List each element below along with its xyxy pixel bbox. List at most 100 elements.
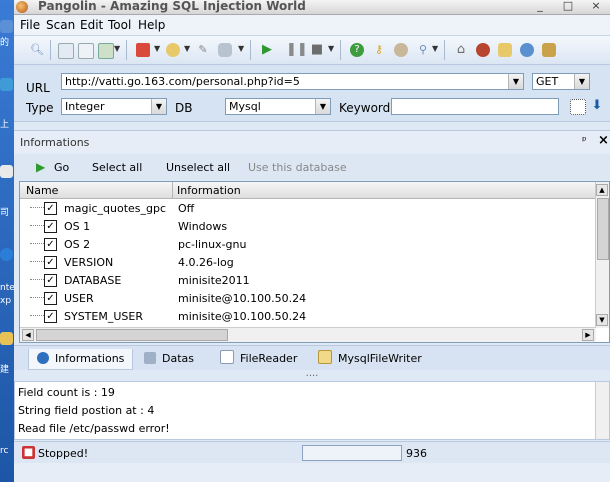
play-icon[interactable]: ▶ [260,43,274,57]
row-checkbox[interactable]: ✓ [44,202,57,215]
world-icon[interactable] [520,43,534,57]
scroll-thumb[interactable] [597,198,609,260]
gear-icon[interactable] [498,43,512,57]
chevron-down-icon[interactable]: ▼ [508,74,523,89]
tab-label: Datas [162,352,194,365]
unselect-all-button[interactable]: Unselect all [166,161,230,174]
cell-name: magic_quotes_gpc [64,202,167,215]
table-row[interactable]: ✓ magic_quotes_gpc Off [20,199,596,217]
export-icon[interactable] [98,43,114,59]
toolbar-separator [340,40,341,60]
desktop-icon-label: 司 [0,208,10,218]
row-checkbox[interactable]: ✓ [44,310,57,323]
desktop-strip: 的 上 司 nte xp 建 rc [0,0,14,482]
menu-edit[interactable]: Edit [80,18,103,32]
magnifier-icon[interactable]: ⚲ [416,43,430,57]
pause-icon[interactable]: ❚❚ [286,43,308,57]
chevron-down-icon[interactable]: ▼ [315,99,330,114]
keyword-input[interactable] [391,98,559,115]
stack-icon[interactable] [136,43,150,57]
url-value: http://vatti.go.163.com/personal.php?id=… [65,75,300,88]
column-header-information[interactable]: Information [177,184,241,197]
maximize-button[interactable]: □ [558,0,578,12]
table-row[interactable]: ✓ DATABASE minisite2011 [20,271,596,289]
desktop-icon[interactable] [0,78,13,91]
panel-close-icon[interactable]: × [598,133,609,148]
stop-icon[interactable]: ■ [310,43,324,57]
tab-label: FileReader [240,352,298,365]
horizontal-scrollbar[interactable]: ◀ ▶ [20,327,596,342]
cell-name: OS 1 [64,220,91,233]
scroll-right-icon[interactable]: ▶ [582,329,594,341]
scroll-left-icon[interactable]: ◀ [22,329,34,341]
row-checkbox[interactable]: ✓ [44,238,57,251]
type-select[interactable]: Integer ▼ [61,98,167,115]
type-label: Type [26,101,54,115]
row-checkbox[interactable]: ✓ [44,274,57,287]
chevron-down-icon[interactable]: ▼ [184,44,192,53]
row-checkbox[interactable]: ✓ [44,220,57,233]
menu-scan[interactable]: Scan [46,18,75,32]
grid-select-icon[interactable] [570,99,586,115]
column-divider[interactable] [172,182,173,198]
tab-informations[interactable]: Informations [28,349,134,370]
table-row[interactable]: ✓ OS 2 pc-linux-gnu [20,235,596,253]
log-scrollbar[interactable] [595,382,609,439]
tab-filereader[interactable]: FileReader [220,349,297,369]
minimize-button[interactable]: _ [530,0,550,12]
user-search-icon[interactable] [394,43,408,57]
document-icon[interactable] [78,43,94,59]
go-button[interactable]: Go [54,161,69,174]
db-select[interactable]: Mysql ▼ [225,98,331,115]
menu-tool[interactable]: Tool [108,18,131,32]
pangolin-logo-icon [16,1,28,13]
database-icon[interactable] [218,43,232,57]
folder-icon[interactable] [0,332,13,345]
home-icon[interactable]: ⌂ [454,43,468,57]
table-row[interactable]: ✓ SYSTEM_USER minisite@10.100.50.24 [20,307,596,325]
misc-icon[interactable] [542,43,556,57]
scroll-down-icon[interactable]: ▼ [596,314,608,326]
ie-icon[interactable] [0,248,13,261]
close-button[interactable]: × [586,0,606,12]
url-input[interactable]: http://vatti.go.163.com/personal.php?id=… [61,73,524,90]
bug-icon[interactable] [476,43,490,57]
table-row[interactable]: ✓ USER minisite@10.100.50.24 [20,289,596,307]
tab-mysqlfilewriter[interactable]: MysqlFileWriter [318,349,422,369]
arrow-down-icon[interactable]: ⬇ [590,99,604,113]
chevron-down-icon[interactable]: ▼ [432,44,440,53]
status-bar: ■ Stopped! 936 [14,441,610,464]
row-checkbox[interactable]: ✓ [44,256,57,269]
chevron-down-icon[interactable]: ▼ [238,44,246,53]
page-icon[interactable] [58,43,74,59]
method-select[interactable]: GET ▼ [532,73,590,90]
menu-help[interactable]: Help [138,18,165,32]
desktop-icon[interactable] [0,165,13,178]
tab-datas[interactable]: Datas [144,349,194,369]
puzzle-icon[interactable] [166,43,180,57]
scroll-up-icon[interactable]: ▲ [596,184,608,196]
chevron-down-icon[interactable]: ▼ [328,44,336,53]
table-row[interactable]: ✓ VERSION 4.0.26-log [20,253,596,271]
scroll-thumb[interactable] [36,329,228,341]
select-all-button[interactable]: Select all [92,161,142,174]
menu-file[interactable]: File [20,18,40,32]
desktop-icon[interactable] [0,20,13,33]
chevron-down-icon[interactable]: ▼ [114,44,122,53]
chevron-down-icon[interactable]: ▼ [154,44,162,53]
table-row[interactable]: ✓ OS 1 Windows [20,217,596,235]
help-icon[interactable]: ? [350,43,364,57]
chevron-down-icon[interactable]: ▼ [151,99,166,114]
key-icon[interactable]: ⚷ [372,43,386,57]
pin-icon[interactable]: ᵖ [582,134,587,147]
title-bar[interactable]: Pangolin - Amazing SQL Injection World _… [14,0,610,15]
row-checkbox[interactable]: ✓ [44,292,57,305]
column-header-name[interactable]: Name [26,184,58,197]
vertical-scrollbar[interactable]: ▲ ▼ [595,182,609,328]
use-database-button[interactable]: Use this database [248,161,347,174]
info-grid: Name Information ✓ magic_quotes_gpc Off … [19,181,610,343]
search-icon[interactable]: 🔍︎ [30,43,44,57]
wrench-icon[interactable]: ✎ [196,43,210,57]
chevron-down-icon[interactable]: ▼ [574,74,589,89]
desktop-icon-label: 建 [0,365,10,375]
